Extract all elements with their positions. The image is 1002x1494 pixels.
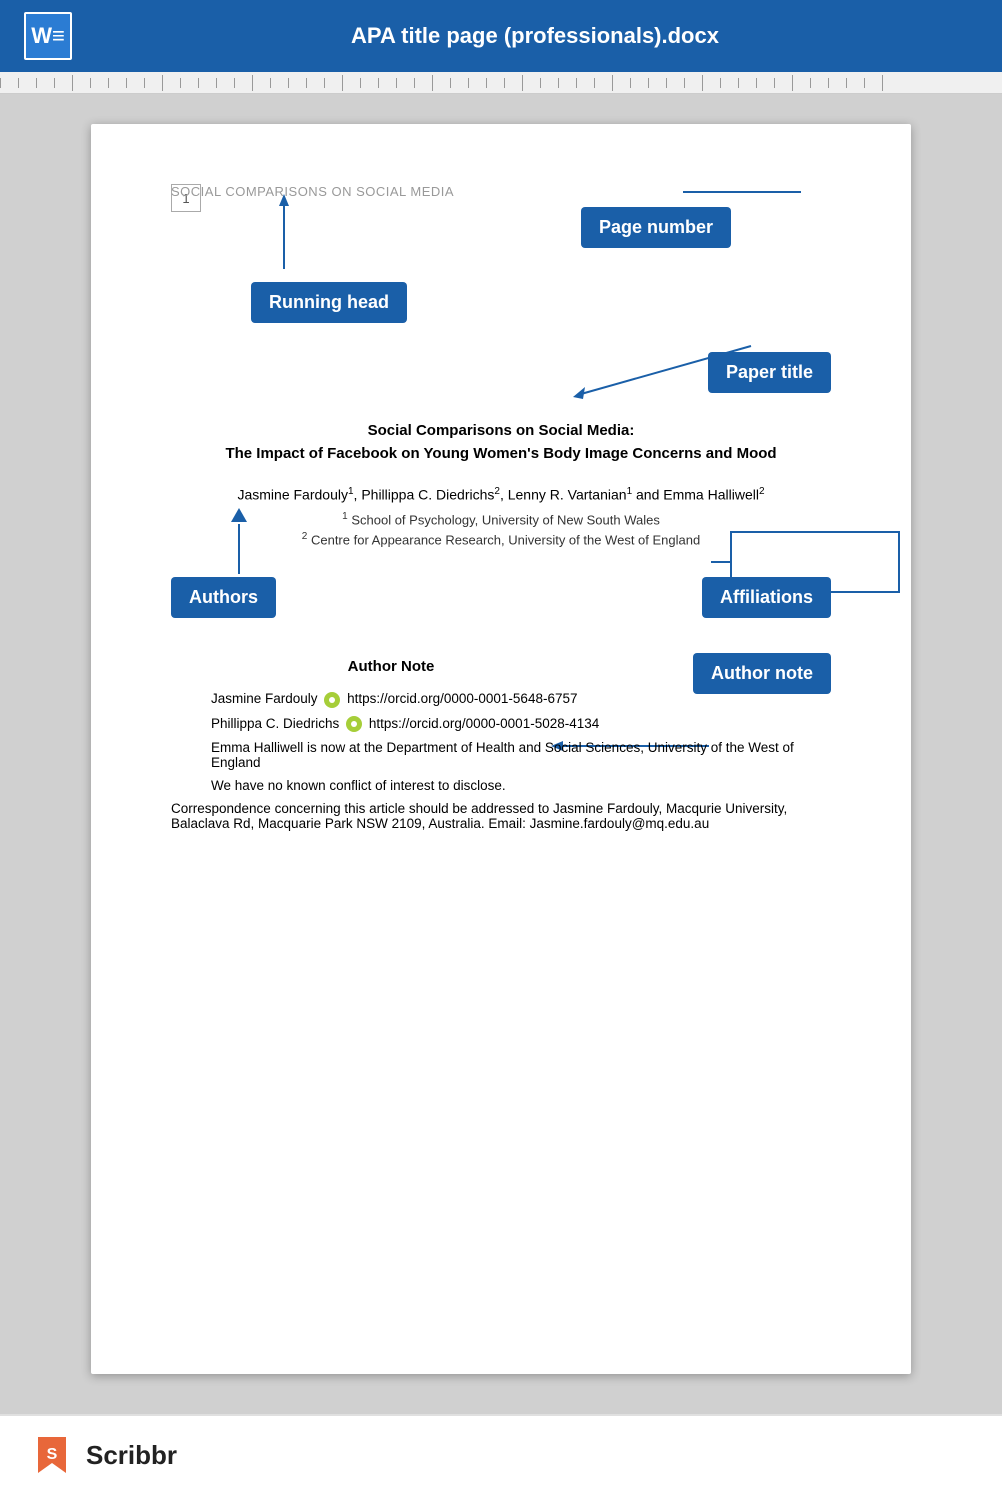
ruler-tick xyxy=(342,75,360,91)
authors-label-box: Authors xyxy=(171,577,276,618)
authors-label-area: Authors xyxy=(171,577,276,618)
document-area: SOCIAL COMPARISONS ON SOCIAL MEDIA 1 Run… xyxy=(0,94,1002,1414)
ruler-tick xyxy=(612,75,630,91)
affiliation-2: 2 Centre for Appearance Research, Univer… xyxy=(171,531,831,547)
ruler-tick xyxy=(720,78,738,88)
ruler-tick xyxy=(378,78,396,88)
author-note-para-3: Correspondence concerning this article s… xyxy=(171,801,831,831)
ruler-tick xyxy=(144,78,162,88)
ruler-tick xyxy=(864,78,882,88)
ruler-tick xyxy=(486,78,504,88)
page-number-label-box: Page number xyxy=(581,207,731,248)
orcid-url-1: https://orcid.org/0000-0001-5648-6757 xyxy=(347,691,577,706)
author-note-para-1: Emma Halliwell is now at the Department … xyxy=(171,740,831,770)
ruler-tick xyxy=(54,78,72,88)
affiliations-label-box: Affiliations xyxy=(702,577,831,618)
authors-line: Jasmine Fardouly1, Phillippa C. Diedrich… xyxy=(171,486,831,503)
ruler-tick xyxy=(324,78,342,88)
ruler-tick xyxy=(108,78,126,88)
page-number-label: Page number xyxy=(581,207,731,248)
ruler-tick xyxy=(828,78,846,88)
ruler-tick xyxy=(774,78,792,88)
scribbr-logo: S Scribbr xyxy=(30,1433,177,1477)
orcid-icon-1 xyxy=(324,692,340,708)
authors-section: Jasmine Fardouly1, Phillippa C. Diedrich… xyxy=(171,486,831,547)
ruler-tick xyxy=(756,78,774,88)
ruler-tick xyxy=(576,78,594,88)
ruler-tick xyxy=(882,75,900,91)
author-note-para-2: We have no known conflict of interest to… xyxy=(171,778,831,793)
ruler-tick xyxy=(792,75,810,91)
author-1-name: Jasmine Fardouly xyxy=(211,691,318,706)
ruler-tick xyxy=(396,78,414,88)
ruler-tick xyxy=(252,75,270,91)
labels-row: Authors Affiliations xyxy=(171,577,831,618)
paper-main-title: Social Comparisons on Social Media: xyxy=(171,422,831,439)
paper-title-label-box: Paper title xyxy=(708,352,831,393)
ruler-tick xyxy=(450,78,468,88)
ruler-tick xyxy=(522,75,540,91)
ruler-tick xyxy=(594,78,612,88)
title-bar: W≡ APA title page (professionals).docx xyxy=(0,0,1002,72)
ruler-tick xyxy=(0,78,18,88)
ruler xyxy=(0,72,1002,94)
author-note-label-box: Author note xyxy=(693,653,831,694)
author-note-section: Author note Author Note Jasmine Fardouly… xyxy=(171,658,831,831)
ruler-tick xyxy=(540,78,558,88)
ruler-tick xyxy=(666,78,684,88)
ruler-tick xyxy=(810,78,828,88)
word-icon-text: W≡ xyxy=(31,23,65,49)
ruler-tick xyxy=(270,78,288,88)
author-2-name: Phillippa C. Diedrichs xyxy=(211,716,339,731)
orcid-url-2: https://orcid.org/0000-0001-5028-4134 xyxy=(369,716,599,731)
ruler-tick xyxy=(414,78,432,88)
ruler-tick xyxy=(558,78,576,88)
ruler-tick xyxy=(288,78,306,88)
orcid-icon-2 xyxy=(346,716,362,732)
ruler-tick xyxy=(432,75,450,91)
bottom-bar: S Scribbr xyxy=(0,1414,1002,1494)
scribbr-name: Scribbr xyxy=(86,1440,177,1471)
ruler-tick xyxy=(684,78,702,88)
ruler-tick xyxy=(846,78,864,88)
ruler-tick xyxy=(468,78,486,88)
ruler-tick xyxy=(630,78,648,88)
paper-title-label: Paper title xyxy=(708,352,831,393)
ruler-tick xyxy=(162,75,180,91)
author-note-label: Author note xyxy=(693,653,831,694)
paper-sub-title: The Impact of Facebook on Young Women's … xyxy=(171,445,831,462)
ruler-tick xyxy=(36,78,54,88)
word-icon: W≡ xyxy=(24,12,72,60)
scribbr-icon: S xyxy=(30,1433,74,1477)
ruler-tick xyxy=(180,78,198,88)
affiliation-1: 1 School of Psychology, University of Ne… xyxy=(171,511,831,527)
author-note-line-2: Phillippa C. Diedrichs https://orcid.org… xyxy=(171,716,831,732)
running-head-text: SOCIAL COMPARISONS ON SOCIAL MEDIA xyxy=(171,184,454,199)
affiliations-label-area: Affiliations xyxy=(702,577,831,618)
ruler-tick xyxy=(90,78,108,88)
ruler-tick xyxy=(702,75,720,91)
ruler-tick xyxy=(198,78,216,88)
ruler-tick xyxy=(216,78,234,88)
running-head-label: Running head xyxy=(251,282,407,323)
ruler-tick xyxy=(738,78,756,88)
ruler-tick xyxy=(126,78,144,88)
ruler-tick xyxy=(648,78,666,88)
ruler-tick xyxy=(234,78,252,88)
ruler-tick xyxy=(306,78,324,88)
document-title: APA title page (professionals).docx xyxy=(92,23,978,49)
ruler-tick xyxy=(504,78,522,88)
ruler-tick xyxy=(72,75,90,91)
author-note-heading: Author Note xyxy=(171,658,611,675)
paper-title-section: Social Comparisons on Social Media: The … xyxy=(171,422,831,462)
svg-text:S: S xyxy=(47,1446,58,1463)
running-head-label-box: Running head xyxy=(251,282,407,323)
paper: SOCIAL COMPARISONS ON SOCIAL MEDIA 1 Run… xyxy=(91,124,911,1374)
ruler-tick xyxy=(18,78,36,88)
ruler-tick xyxy=(360,78,378,88)
